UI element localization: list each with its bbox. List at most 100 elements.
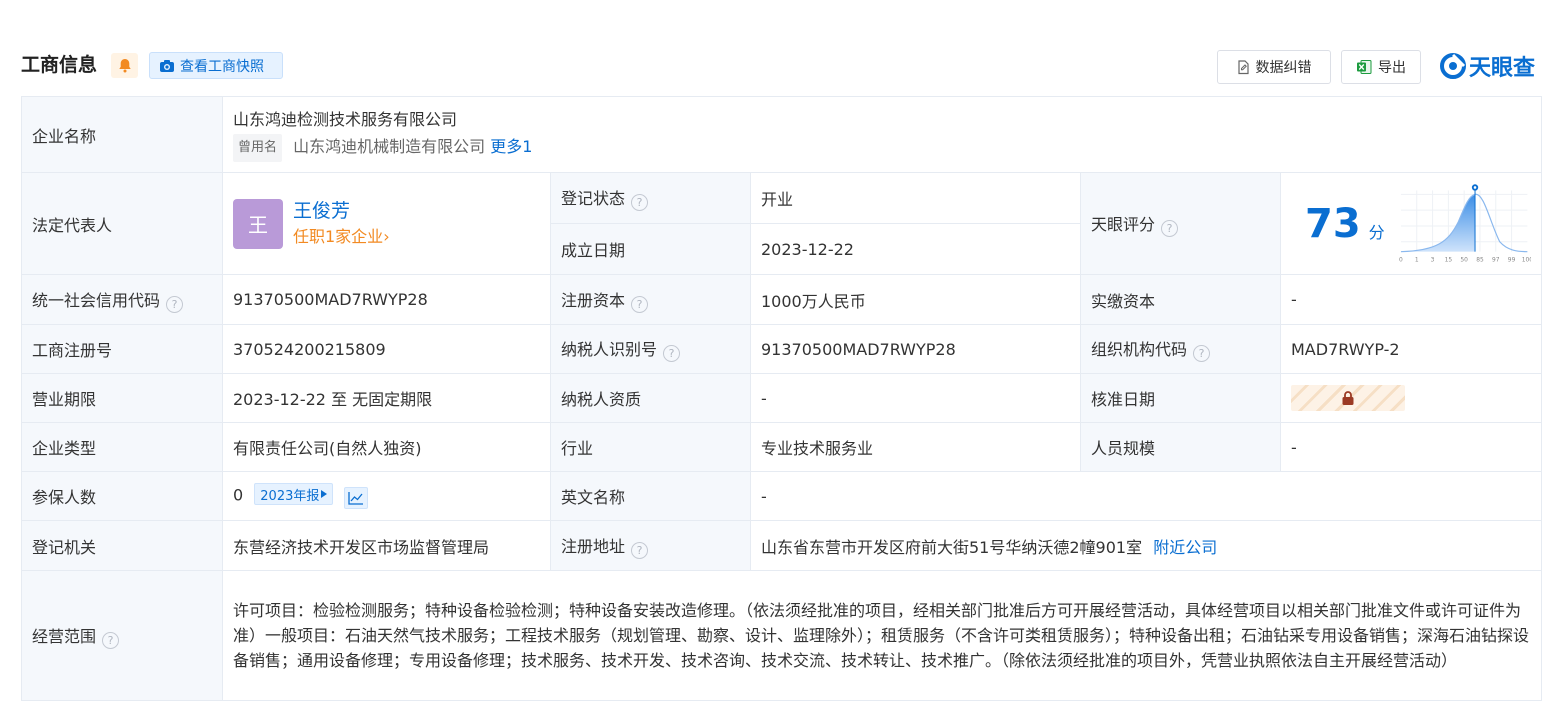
- business-scope-label: 经营范围: [32, 626, 97, 646]
- axis-tick-label: 15: [1444, 257, 1452, 263]
- reg-address-label-cell: 注册地址?: [550, 520, 751, 571]
- table-row: 营业期限 2023-12-22 至 无固定期限 纳税人资质 - 核准日期: [21, 373, 1543, 423]
- help-icon[interactable]: ?: [631, 541, 649, 559]
- legal-rep-cell: 王 王俊芳 任职1家企业›: [222, 172, 551, 275]
- table-row: 登记机关 东营经济技术开发区市场监督管理局 注册地址? 山东省东营市开发区府前大…: [21, 520, 1543, 571]
- reg-status-label: 登记状态: [561, 189, 626, 208]
- tianyancha-logo: 天眼查: [1440, 50, 1535, 82]
- company-type-value: 有限责任公司(自然人独资): [222, 422, 551, 472]
- view-snapshot-button[interactable]: 查看工商快照: [149, 52, 283, 79]
- section-title: 工商信息: [21, 54, 98, 76]
- paid-capital-value: -: [1279, 274, 1543, 325]
- bell-icon[interactable]: [111, 53, 138, 78]
- table-row: 参保人数 0 2023年报 英文名称 -: [21, 471, 1543, 521]
- business-term-label: 营业期限: [21, 373, 223, 423]
- tianyan-score-label: 天眼评分: [1091, 214, 1156, 234]
- export-label: 导出: [1378, 60, 1406, 76]
- business-term-value: 2023-12-22 至 无固定期限: [222, 373, 551, 423]
- help-icon[interactable]: ?: [663, 345, 681, 362]
- legal-rep-label: 法定代表人: [21, 172, 223, 275]
- more-used-names-link[interactable]: 更多1: [490, 137, 532, 156]
- trend-chart-button[interactable]: [344, 486, 369, 509]
- reg-address-value: 山东省东营市开发区府前大街51号华纳沃德2幢901室: [761, 537, 1143, 557]
- data-correction-button[interactable]: 数据纠错: [1217, 50, 1331, 84]
- play-icon: [321, 490, 328, 499]
- tax-id-label: 纳税人识别号: [561, 340, 658, 359]
- axis-tick-label: 1: [1415, 257, 1419, 263]
- business-scope-label-cell: 经营范围?: [21, 570, 223, 701]
- locked-value[interactable]: [1291, 385, 1405, 411]
- document-edit-icon: [1237, 59, 1249, 74]
- tax-qualification-label: 纳税人资质: [550, 373, 751, 423]
- table-row: 企业名称 山东鸿迪检测技术服务有限公司 曾用名 山东鸿迪机械制造有限公司 更多1: [21, 96, 1543, 173]
- company-name: 山东鸿迪检测技术服务有限公司: [233, 109, 458, 129]
- legal-rep-positions-text: 任职1家企业: [293, 226, 384, 246]
- axis-tick-label: 97: [1492, 257, 1500, 263]
- axis-tick-label: 99: [1508, 257, 1516, 263]
- business-info-table: 企业名称 山东鸿迪检测技术服务有限公司 曾用名 山东鸿迪机械制造有限公司 更多1…: [21, 96, 1543, 701]
- help-icon[interactable]: ?: [102, 631, 120, 649]
- trend-chart-icon: [348, 491, 364, 505]
- credit-code-label-cell: 统一社会信用代码?: [21, 274, 223, 325]
- founded-date-label: 成立日期: [550, 223, 751, 275]
- view-snapshot-label: 查看工商快照: [180, 58, 264, 75]
- legal-rep-positions-link[interactable]: 任职1家企业›: [293, 224, 390, 250]
- help-icon[interactable]: ?: [631, 194, 649, 211]
- english-name-value: -: [749, 471, 1543, 521]
- reg-address-label: 注册地址: [561, 536, 626, 556]
- reg-address-cell: 山东省东营市开发区府前大街51号华纳沃德2幢901室 附近公司: [749, 520, 1543, 571]
- annual-report-year-tag[interactable]: 2023年报: [254, 483, 334, 506]
- chevron-right-icon: ›: [383, 226, 390, 246]
- paid-capital-label: 实缴资本: [1080, 274, 1281, 325]
- tax-id-value: 91370500MAD7RWYP28: [750, 324, 1081, 374]
- credit-code-label: 统一社会信用代码: [32, 290, 161, 310]
- tianyan-score-label-cell: 天眼评分?: [1080, 172, 1281, 275]
- table-row: 工商注册号 370524200215809 纳税人识别号? 91370500MA…: [21, 324, 1543, 374]
- reg-number-value: 370524200215809: [222, 324, 551, 374]
- help-icon[interactable]: ?: [1193, 345, 1211, 362]
- industry-value: 专业技术服务业: [750, 422, 1081, 472]
- help-icon[interactable]: ?: [1161, 219, 1179, 237]
- legal-rep-name-link[interactable]: 王俊芳: [293, 198, 390, 224]
- axis-tick-label: 50: [1460, 257, 1468, 263]
- english-name-label: 英文名称: [550, 471, 751, 521]
- axis-tick-label: 0: [1399, 257, 1403, 263]
- tianyan-score-cell[interactable]: 73 分 0 1 3 15 50 85 97 99 10: [1279, 172, 1543, 275]
- help-icon[interactable]: ?: [631, 295, 649, 313]
- staff-size-label: 人员规模: [1080, 422, 1281, 472]
- approval-date-cell: [1279, 373, 1543, 423]
- org-code-label-cell: 组织机构代码?: [1080, 324, 1281, 374]
- org-code-label: 组织机构代码: [1091, 340, 1188, 359]
- excel-icon: [1357, 60, 1372, 74]
- industry-label: 行业: [550, 422, 751, 472]
- avatar[interactable]: 王: [233, 198, 283, 249]
- axis-tick-label: 100: [1521, 257, 1531, 263]
- used-name-tag: 曾用名: [233, 133, 283, 162]
- approval-date-label: 核准日期: [1080, 373, 1281, 423]
- logo-text: 天眼查: [1469, 56, 1536, 81]
- nearby-companies-link[interactable]: 附近公司: [1153, 538, 1217, 557]
- score-distribution-chart: 0 1 3 15 50 85 97 99 100: [1399, 183, 1531, 263]
- credit-code-value: 91370500MAD7RWYP28: [222, 274, 551, 325]
- reg-capital-label-cell: 注册资本?: [550, 274, 751, 325]
- reg-status-value: 开业: [750, 172, 1081, 224]
- insured-count-value: 0: [233, 485, 244, 505]
- table-row: 企业类型 有限责任公司(自然人独资) 行业 专业技术服务业 人员规模 -: [21, 422, 1543, 472]
- reg-number-label: 工商注册号: [21, 324, 223, 374]
- insured-count-label: 参保人数: [21, 471, 223, 521]
- company-type-label: 企业类型: [21, 422, 223, 472]
- insured-count-cell: 0 2023年报: [222, 471, 551, 521]
- org-code-value: MAD7RWYP-2: [1279, 324, 1543, 374]
- table-row: 统一社会信用代码? 91370500MAD7RWYP28 注册资本? 1000万…: [21, 274, 1543, 325]
- camera-icon: [160, 59, 174, 72]
- annual-report-year-label: 2023年报: [260, 488, 320, 504]
- axis-tick-label: 85: [1476, 257, 1484, 263]
- lock-icon: [1342, 391, 1354, 405]
- reg-status-label-cell: 登记状态?: [550, 172, 751, 224]
- export-button[interactable]: 导出: [1341, 50, 1421, 84]
- staff-size-value: -: [1279, 422, 1543, 472]
- registration-authority-label: 登记机关: [21, 520, 223, 571]
- help-icon[interactable]: ?: [166, 295, 184, 313]
- tianyan-score-unit: 分: [1368, 222, 1385, 242]
- company-name-cell: 山东鸿迪检测技术服务有限公司 曾用名 山东鸿迪机械制造有限公司 更多1: [221, 96, 1543, 173]
